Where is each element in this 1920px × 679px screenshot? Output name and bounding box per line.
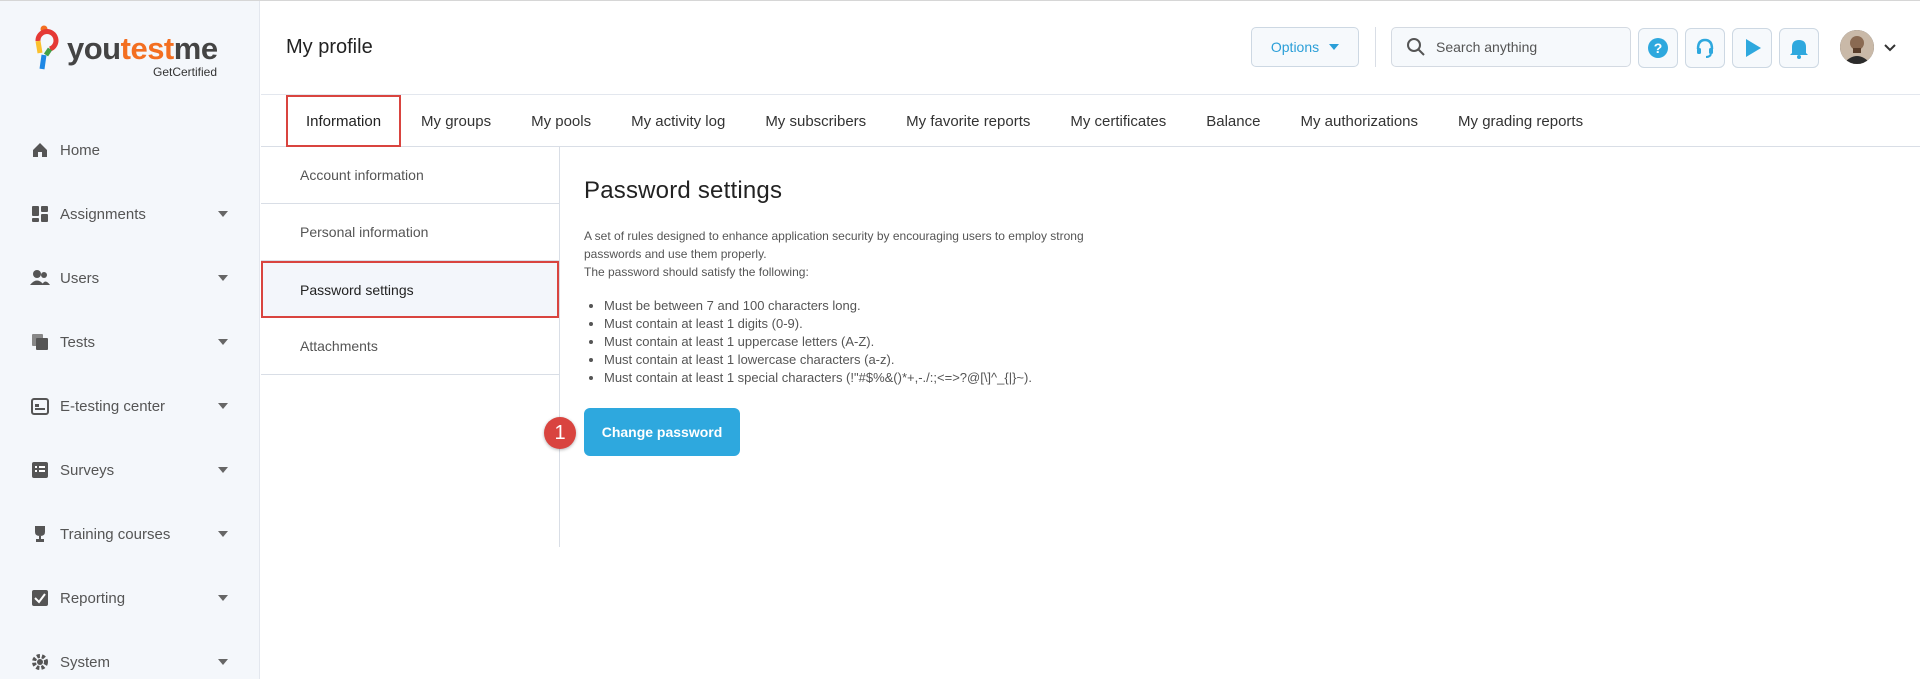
sidebar-item-label: Assignments	[60, 205, 146, 223]
chevron-down-icon	[218, 211, 228, 217]
step-badge: 1	[544, 417, 576, 449]
users-icon	[30, 268, 50, 288]
tab-my-subscribers[interactable]: My subscribers	[745, 95, 886, 147]
notifications-button[interactable]	[1779, 28, 1819, 68]
password-rules-list: Must be between 7 and 100 characters lon…	[584, 297, 1284, 387]
help-button[interactable]: ?	[1638, 28, 1678, 68]
dashboard-icon	[30, 204, 50, 224]
chevron-down-icon	[218, 659, 228, 665]
subnav-account-information[interactable]: Account information	[261, 147, 559, 204]
sidebar-item-surveys[interactable]: Surveys	[0, 438, 260, 502]
check-square-icon	[30, 588, 50, 608]
tab-my-activity-log[interactable]: My activity log	[611, 95, 745, 147]
list-item: Must be between 7 and 100 characters lon…	[604, 297, 1284, 315]
sidebar-item-home[interactable]: Home	[0, 118, 260, 182]
sidebar-item-label: Reporting	[60, 589, 126, 607]
bell-icon	[1790, 40, 1808, 59]
search-box[interactable]	[1391, 27, 1631, 67]
description-subtext: The password should satisfy the followin…	[584, 265, 809, 279]
sidebar-item-label: Tests	[60, 333, 96, 351]
page-title: My profile	[286, 36, 373, 58]
information-subnav: Account information Personal information…	[261, 147, 560, 547]
sidebar-item-reporting[interactable]: Reporting	[0, 566, 260, 630]
subnav-personal-information[interactable]: Personal information	[261, 204, 559, 261]
tests-icon	[30, 332, 50, 352]
chevron-down-icon	[218, 275, 228, 281]
calendar-icon	[30, 396, 50, 416]
sidebar-item-training-courses[interactable]: Training courses	[0, 502, 260, 566]
tab-my-authorizations[interactable]: My authorizations	[1280, 95, 1438, 147]
sidebar-item-assignments[interactable]: Assignments	[0, 182, 260, 246]
sidebar-item-label: Training courses	[60, 525, 171, 543]
sidebar-nav: Home Assignments Users Tests E-testing c…	[0, 118, 260, 679]
gear-icon	[30, 652, 50, 672]
sidebar-item-tests[interactable]: Tests	[0, 310, 260, 374]
logo[interactable]: youtestme GetCertified	[32, 25, 232, 81]
trophy-icon	[30, 524, 50, 544]
logo-tagline: GetCertified	[153, 65, 218, 79]
search-icon	[1407, 38, 1425, 56]
chevron-down-icon	[1329, 44, 1340, 50]
section-title: Password settings	[584, 177, 783, 204]
headset-icon	[1696, 38, 1714, 58]
tab-my-pools[interactable]: My pools	[511, 95, 611, 147]
list-icon	[30, 460, 50, 480]
sidebar-item-label: Users	[60, 269, 100, 287]
chevron-down-icon	[218, 467, 228, 473]
options-label: Options	[1270, 39, 1320, 55]
tab-information[interactable]: Information	[286, 95, 402, 147]
tab-my-groups[interactable]: My groups	[401, 95, 511, 147]
svg-text:?: ?	[1654, 40, 1663, 56]
change-password-button[interactable]: Change password	[584, 408, 740, 456]
chevron-down-icon	[218, 531, 228, 537]
tab-balance[interactable]: Balance	[1186, 95, 1280, 147]
header-divider	[1375, 27, 1376, 67]
options-dropdown-button[interactable]: Options	[1251, 27, 1359, 67]
password-policy-description: A set of rules designed to enhance appli…	[584, 227, 1144, 281]
list-item: Must contain at least 1 uppercase letter…	[604, 333, 1284, 351]
sidebar-item-users[interactable]: Users	[0, 246, 260, 310]
support-button[interactable]	[1685, 28, 1725, 68]
logo-mark-icon	[35, 25, 59, 70]
subnav-password-settings[interactable]: Password settings	[261, 261, 559, 318]
avatar-icon	[1840, 30, 1874, 64]
home-icon	[30, 140, 50, 160]
chevron-down-icon	[218, 339, 228, 345]
sidebar-item-label: System	[60, 653, 111, 671]
sidebar-item-e-testing-center[interactable]: E-testing center	[0, 374, 260, 438]
sidebar-item-label: Surveys	[60, 461, 115, 479]
avatar[interactable]	[1840, 30, 1874, 64]
play-icon	[1746, 39, 1761, 57]
search-input[interactable]	[1436, 39, 1616, 55]
profile-tabs: Information My groups My pools My activi…	[261, 95, 1920, 147]
sidebar: youtestme GetCertified Home Assignments …	[0, 1, 260, 679]
list-item: Must contain at least 1 digits (0-9).	[604, 315, 1284, 333]
top-header: My profile Options ?	[261, 1, 1920, 95]
subnav-attachments[interactable]: Attachments	[261, 318, 559, 375]
chevron-down-icon	[218, 595, 228, 601]
tutorial-play-button[interactable]	[1732, 28, 1772, 68]
tab-my-grading-reports[interactable]: My grading reports	[1438, 95, 1603, 147]
password-settings-panel: Password settings A set of rules designe…	[584, 177, 1284, 387]
description-text: A set of rules designed to enhance appli…	[584, 229, 1084, 261]
help-icon: ?	[1648, 38, 1668, 58]
logo-wordmark: youtestme	[67, 31, 218, 66]
chevron-down-icon[interactable]	[1884, 44, 1896, 52]
tab-my-certificates[interactable]: My certificates	[1050, 95, 1186, 147]
sidebar-item-label: Home	[60, 141, 101, 159]
chevron-down-icon	[218, 403, 228, 409]
tab-my-favorite-reports[interactable]: My favorite reports	[886, 95, 1050, 147]
sidebar-item-label: E-testing center	[60, 397, 166, 415]
sidebar-item-system[interactable]: System	[0, 630, 260, 679]
list-item: Must contain at least 1 lowercase charac…	[604, 351, 1284, 369]
list-item: Must contain at least 1 special characte…	[604, 369, 1284, 387]
